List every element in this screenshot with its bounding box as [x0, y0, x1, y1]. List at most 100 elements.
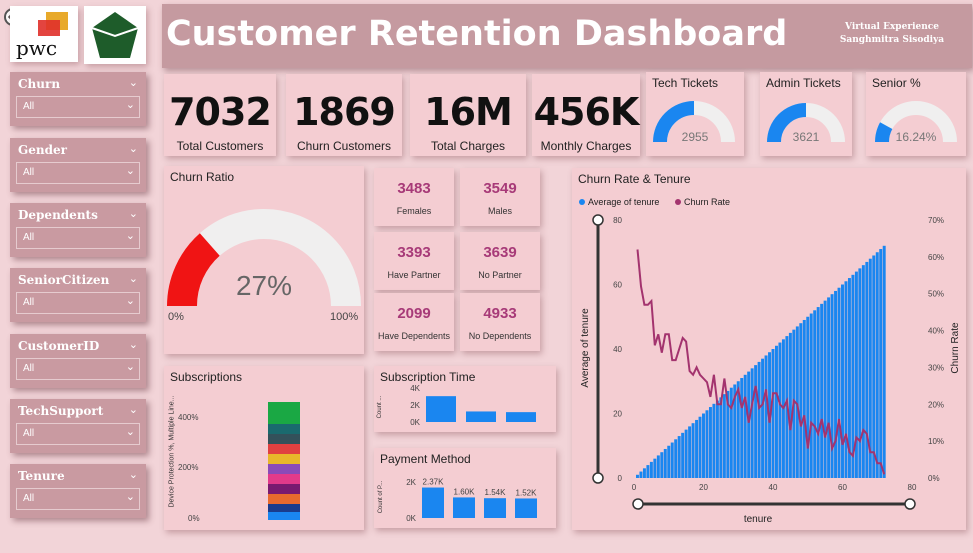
bar [674, 439, 678, 478]
y-tick: 4K [410, 384, 420, 393]
churn-tenure-chart: Average of tenure Churn Rate 0 20 40 60 80 0% 10… [579, 197, 961, 525]
slicer-dependents[interactable]: Dependents ⌄ All ⌄ [10, 203, 146, 257]
x-tick: 80 [908, 483, 917, 492]
bar [702, 413, 705, 478]
gauge-min-label: 0% [168, 311, 184, 323]
stat-card-have-dependents: 2099 Have Dependents [374, 293, 454, 351]
bar [656, 455, 660, 478]
stack-segment [268, 474, 300, 484]
y-left-tick: 40 [613, 345, 622, 354]
slicer-tenure[interactable]: Tenure ⌄ All ⌄ [10, 464, 146, 518]
data-label: 1.54K [485, 488, 507, 497]
y-left-tick: 20 [613, 410, 622, 419]
legend-swatch [675, 199, 681, 205]
chevron-down-icon[interactable]: ⌄ [129, 142, 138, 155]
x-tick: 60 [838, 483, 847, 492]
dropdown-arrow-icon[interactable]: ⌄ [126, 98, 135, 111]
kpi-label: Churn Customers [296, 139, 392, 153]
y-right-tick: 0% [928, 474, 940, 483]
bar [708, 407, 712, 478]
bar [722, 394, 726, 478]
chevron-down-icon[interactable]: ⌄ [129, 272, 138, 285]
bar [858, 268, 862, 478]
subscription-time-card: Subscription Time Count ... 4K 2K 0K [374, 366, 556, 432]
chevron-down-icon[interactable]: ⌄ [129, 403, 138, 416]
chevron-down-icon[interactable]: ⌄ [129, 207, 138, 220]
slicer-dropdown[interactable]: All ⌄ [16, 358, 140, 380]
bar [820, 303, 824, 478]
gauge-card-tech-tickets: Tech Tickets 2955 [646, 72, 744, 156]
stack-segment [268, 424, 300, 434]
bar [681, 432, 685, 478]
slicer-dropdown[interactable]: All ⌄ [16, 292, 140, 314]
bar [879, 249, 883, 478]
kpi-value: 7032 [169, 90, 272, 134]
slicer-dropdown[interactable]: All ⌄ [16, 162, 140, 184]
x-tick: 0 [632, 483, 637, 492]
bar [663, 448, 667, 478]
stat-card-have-partner: 3393 Have Partner [374, 232, 454, 290]
stat-label: Females [396, 206, 432, 216]
x-tick: 40 [769, 483, 778, 492]
slicer-seniorcitizen[interactable]: SeniorCitizen ⌄ All ⌄ [10, 268, 146, 322]
bar [754, 365, 758, 478]
zoom-handle[interactable] [904, 498, 916, 510]
y-tick: 2K [410, 401, 420, 410]
slicer-dropdown[interactable]: All ⌄ [16, 227, 140, 249]
dropdown-arrow-icon[interactable]: ⌄ [126, 490, 135, 503]
bar [719, 397, 723, 478]
dropdown-arrow-icon[interactable]: ⌄ [126, 164, 135, 177]
zoom-handle[interactable] [592, 472, 604, 484]
kpi-label: Total Customers [176, 139, 264, 153]
y-right-tick: 20% [928, 400, 944, 409]
slicer-title: Churn [18, 77, 61, 91]
bar [639, 471, 643, 478]
slicer-dropdown[interactable]: All ⌄ [16, 96, 140, 118]
chevron-down-icon[interactable]: ⌄ [129, 468, 138, 481]
brand-logo [84, 6, 146, 64]
slicer-customerid[interactable]: CustomerID ⌄ All ⌄ [10, 334, 146, 388]
chevron-down-icon[interactable]: ⌄ [129, 76, 138, 89]
slicer-techsupport[interactable]: TechSupport ⌄ All ⌄ [10, 399, 146, 453]
kpi-label: Monthly Charges [540, 139, 632, 153]
chevron-down-icon[interactable]: ⌄ [129, 338, 138, 351]
slicer-dropdown[interactable]: All ⌄ [16, 423, 140, 445]
y-left-tick: 60 [613, 281, 622, 290]
subscriptions-card: Subscriptions Device Protection %, Multi… [164, 366, 364, 530]
slicer-title: Dependents [18, 208, 98, 222]
bar [688, 426, 692, 478]
churn-tenure-card: Churn Rate & Tenure Average of tenure Chu… [572, 168, 966, 530]
slicer-dropdown[interactable]: All ⌄ [16, 488, 140, 510]
y-tick: 0% [188, 514, 200, 523]
bar [841, 284, 844, 478]
gauge-card-senior: Senior % 16.24% [866, 72, 966, 156]
bar [827, 297, 831, 478]
bar [635, 474, 639, 478]
bar [778, 342, 782, 478]
zoom-handle[interactable] [632, 498, 644, 510]
bar [809, 313, 813, 478]
bar [743, 374, 747, 478]
header-banner: Customer Retention Dashboard Virtual Exp… [162, 4, 972, 68]
dropdown-arrow-icon[interactable]: ⌄ [126, 425, 135, 438]
dropdown-arrow-icon[interactable]: ⌄ [126, 229, 135, 242]
bar [816, 307, 820, 478]
bar [834, 290, 838, 478]
y-right-tick: 40% [928, 327, 944, 336]
zoom-handle[interactable] [592, 214, 604, 226]
slicer-title: Tenure [18, 469, 65, 483]
slicer-title: TechSupport [18, 404, 104, 418]
bar [750, 368, 754, 478]
y-tick: 2K [406, 478, 416, 487]
slicer-gender[interactable]: Gender ⌄ All ⌄ [10, 138, 146, 192]
slicer-churn[interactable]: Churn ⌄ All ⌄ [10, 72, 146, 126]
dropdown-arrow-icon[interactable]: ⌄ [126, 294, 135, 307]
pwc-logo-text: pwc [16, 36, 58, 60]
stat-label: Males [487, 206, 512, 216]
slicer-value: All [23, 167, 35, 178]
bar [729, 387, 733, 478]
bar [712, 403, 716, 478]
dropdown-arrow-icon[interactable]: ⌄ [126, 360, 135, 373]
stat-value: 3483 [397, 180, 431, 197]
stack-segment [268, 444, 300, 454]
